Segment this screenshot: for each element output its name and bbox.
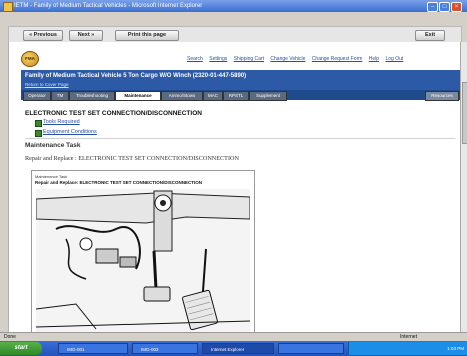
figure-caption: Maintenance Task [35,174,68,179]
pedal-illustration [36,189,250,333]
next-button[interactable]: Next » [69,30,103,41]
tab-ammo-stows[interactable]: Ammo/Stows [161,91,203,101]
previous-button[interactable]: « Previous [23,30,63,41]
start-button[interactable]: start [0,342,42,355]
tab-rpstl[interactable]: RPSTL [223,91,249,101]
change-vehicle-link[interactable]: Change Vehicle [270,56,305,62]
taskbar-item[interactable] [278,343,344,354]
vertical-scrollbar[interactable] [460,42,467,332]
change-request-link[interactable]: Change Request Form [312,56,363,62]
maximize-icon[interactable]: □ [439,2,450,12]
vehicle-bar: Family of Medium Tactical Vehicle 5 Ton … [21,70,461,90]
figure-subcaption: Repair and Replace: ELECTRONIC TEST SET … [35,180,203,185]
taskbar-item[interactable]: Internet Explorer [202,343,274,354]
close-icon[interactable]: × [451,2,462,12]
fmtv-logo: FMA [21,51,39,67]
header-links: Search Settings Shipping Cart Change Veh… [187,56,408,62]
exit-button[interactable]: Exit [415,30,445,41]
title-bar: IETM - Family of Medium Tactical Vehicle… [0,0,467,12]
taskbar-item[interactable]: IMG-002 [132,343,198,354]
print-button[interactable]: Print this page [115,30,179,41]
page-heading: ELECTRONIC TEST SET CONNECTION/DISCONNEC… [25,110,202,117]
vehicle-title: Family of Medium Tactical Vehicle 5 Ton … [25,73,247,79]
bullet-icon [35,130,42,137]
tab-supplement[interactable]: Supplement [249,91,287,101]
task-subtitle: Repair and Replace : ELECTRONIC TEST SET… [25,155,239,162]
task-figure: Maintenance Task Repair and Replace: ELE… [31,170,255,334]
tab-troubleshooting[interactable]: Troubleshooting [69,91,115,101]
help-link[interactable]: Help [369,56,379,62]
browser-icon [3,2,13,12]
settings-link[interactable]: Settings [209,56,227,62]
taskbar-item[interactable]: IMG-001 [58,343,128,354]
shipping-cart-link[interactable]: Shipping Cart [234,56,264,62]
tab-bar: Operator TM Troubleshooting Maintenance … [21,90,461,101]
tab-mac[interactable]: MAC [203,91,223,101]
system-tray: 1:03 PM [348,342,467,355]
bullet-icon [35,120,42,127]
taskbar: start IMG-001 IMG-002 Internet Explorer … [0,341,467,356]
window-title: IETM - Family of Medium Tactical Vehicle… [14,3,203,9]
page-content: FMA Search Settings Shipping Cart Change… [8,42,462,334]
divider [25,138,455,139]
tab-maintenance[interactable]: Maintenance [115,91,161,101]
browser-window: IETM - Family of Medium Tactical Vehicle… [0,0,467,342]
search-link[interactable]: Search [187,56,203,62]
logout-link[interactable]: Log Out [385,56,403,62]
tools-required-link[interactable]: Tools Required [43,119,80,125]
scrollbar-thumb[interactable] [462,82,467,144]
minimize-icon[interactable]: – [427,2,438,12]
tab-operator[interactable]: Operator [23,91,51,101]
tab-tm[interactable]: TM [51,91,69,101]
tab-resources[interactable]: Resources [425,91,459,101]
clock: 1:03 PM [447,346,464,351]
return-cover-link[interactable]: Return to Cover Page [25,82,69,87]
section-title: Maintenance Task [25,142,81,149]
equipment-conditions-link[interactable]: Equipment Conditions [43,129,97,135]
